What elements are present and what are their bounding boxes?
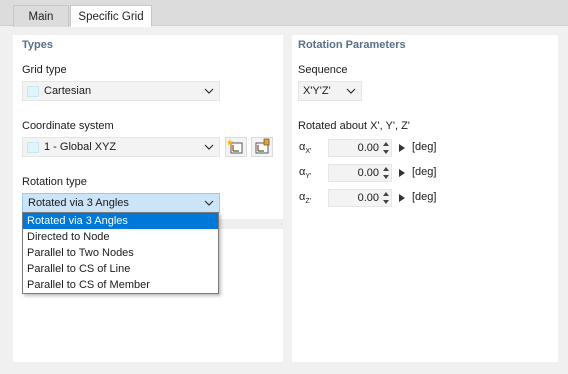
alpha-x-label: αX' xyxy=(299,141,312,156)
coordinate-system-value: 1 - Global XYZ xyxy=(44,141,117,153)
tab-bar: Main Specific Grid xyxy=(0,0,568,27)
arrow-right-icon[interactable] xyxy=(398,168,406,178)
coordinate-system-select[interactable]: 1 - Global XYZ xyxy=(22,137,220,157)
grid-type-value: Cartesian xyxy=(44,85,92,97)
types-section-title: Types xyxy=(22,39,53,51)
coordinate-system-label: Coordinate system xyxy=(22,120,114,132)
chevron-down-icon xyxy=(204,144,214,150)
dropdown-option-directed-to-node[interactable]: Directed to Node xyxy=(23,229,218,245)
sequence-value: X'Y'Z' xyxy=(303,85,331,97)
panel-separator xyxy=(219,219,283,229)
types-panel: Types Grid type Cartesian Coordinate sys… xyxy=(13,35,283,362)
rotation-type-label: Rotation type xyxy=(22,176,87,188)
color-swatch-icon xyxy=(27,86,39,97)
grid-type-label: Grid type xyxy=(22,64,67,76)
edit-coordinate-system-icon xyxy=(255,138,270,154)
arrow-right-icon[interactable] xyxy=(398,143,406,153)
chevron-down-icon xyxy=(204,88,214,94)
alpha-x-input[interactable]: 0.00 xyxy=(328,139,392,157)
angle-row-y: αY' 0.00 [deg] xyxy=(292,163,558,183)
alpha-y-input[interactable]: 0.00 xyxy=(328,164,392,182)
edit-coordinate-system-button[interactable] xyxy=(251,137,273,157)
dropdown-option-parallel-to-cs-of-line[interactable]: Parallel to CS of Line xyxy=(23,261,218,277)
alpha-x-unit: [deg] xyxy=(412,141,437,153)
angle-row-z: αZ' 0.00 [deg] xyxy=(292,188,558,208)
rotation-type-select[interactable]: Rotated via 3 Angles xyxy=(22,193,220,213)
tab-specific-grid[interactable]: Specific Grid xyxy=(70,5,152,27)
angle-row-x: αX' 0.00 [deg] xyxy=(292,138,558,158)
alpha-z-input[interactable]: 0.00 xyxy=(328,189,392,207)
dropdown-option-parallel-to-cs-of-member[interactable]: Parallel to CS of Member xyxy=(23,277,218,293)
spinner-arrows-icon[interactable] xyxy=(382,141,390,155)
rotated-about-label: Rotated about X', Y', Z' xyxy=(298,120,410,132)
chevron-down-icon xyxy=(204,200,214,206)
tab-main[interactable]: Main xyxy=(13,5,69,27)
grid-type-select[interactable]: Cartesian xyxy=(22,81,220,101)
alpha-z-label: αZ' xyxy=(299,191,311,206)
rotation-parameters-panel: Rotation Parameters Sequence X'Y'Z' Rota… xyxy=(292,35,558,362)
new-coordinate-system-button[interactable] xyxy=(225,137,247,157)
alpha-z-unit: [deg] xyxy=(412,191,437,203)
color-swatch-icon xyxy=(27,142,39,153)
rotation-type-value: Rotated via 3 Angles xyxy=(28,197,129,209)
alpha-y-label: αY' xyxy=(299,166,312,181)
alpha-y-unit: [deg] xyxy=(412,166,437,178)
alpha-z-value: 0.00 xyxy=(357,192,379,204)
sequence-select[interactable]: X'Y'Z' xyxy=(298,81,362,101)
arrow-right-icon[interactable] xyxy=(398,193,406,203)
chevron-down-icon xyxy=(346,88,356,94)
rotation-section-title: Rotation Parameters xyxy=(298,39,406,51)
alpha-y-value: 0.00 xyxy=(357,167,379,179)
alpha-x-value: 0.00 xyxy=(357,142,379,154)
dropdown-option-parallel-to-two-nodes[interactable]: Parallel to Two Nodes xyxy=(23,245,218,261)
dropdown-option-rotated-via-3-angles[interactable]: Rotated via 3 Angles xyxy=(23,213,218,229)
spinner-arrows-icon[interactable] xyxy=(382,166,390,180)
rotation-type-dropdown[interactable]: Rotated via 3 Angles Directed to Node Pa… xyxy=(22,212,219,294)
sequence-label: Sequence xyxy=(298,64,348,76)
new-coordinate-system-icon xyxy=(226,139,243,154)
spinner-arrows-icon[interactable] xyxy=(382,191,390,205)
